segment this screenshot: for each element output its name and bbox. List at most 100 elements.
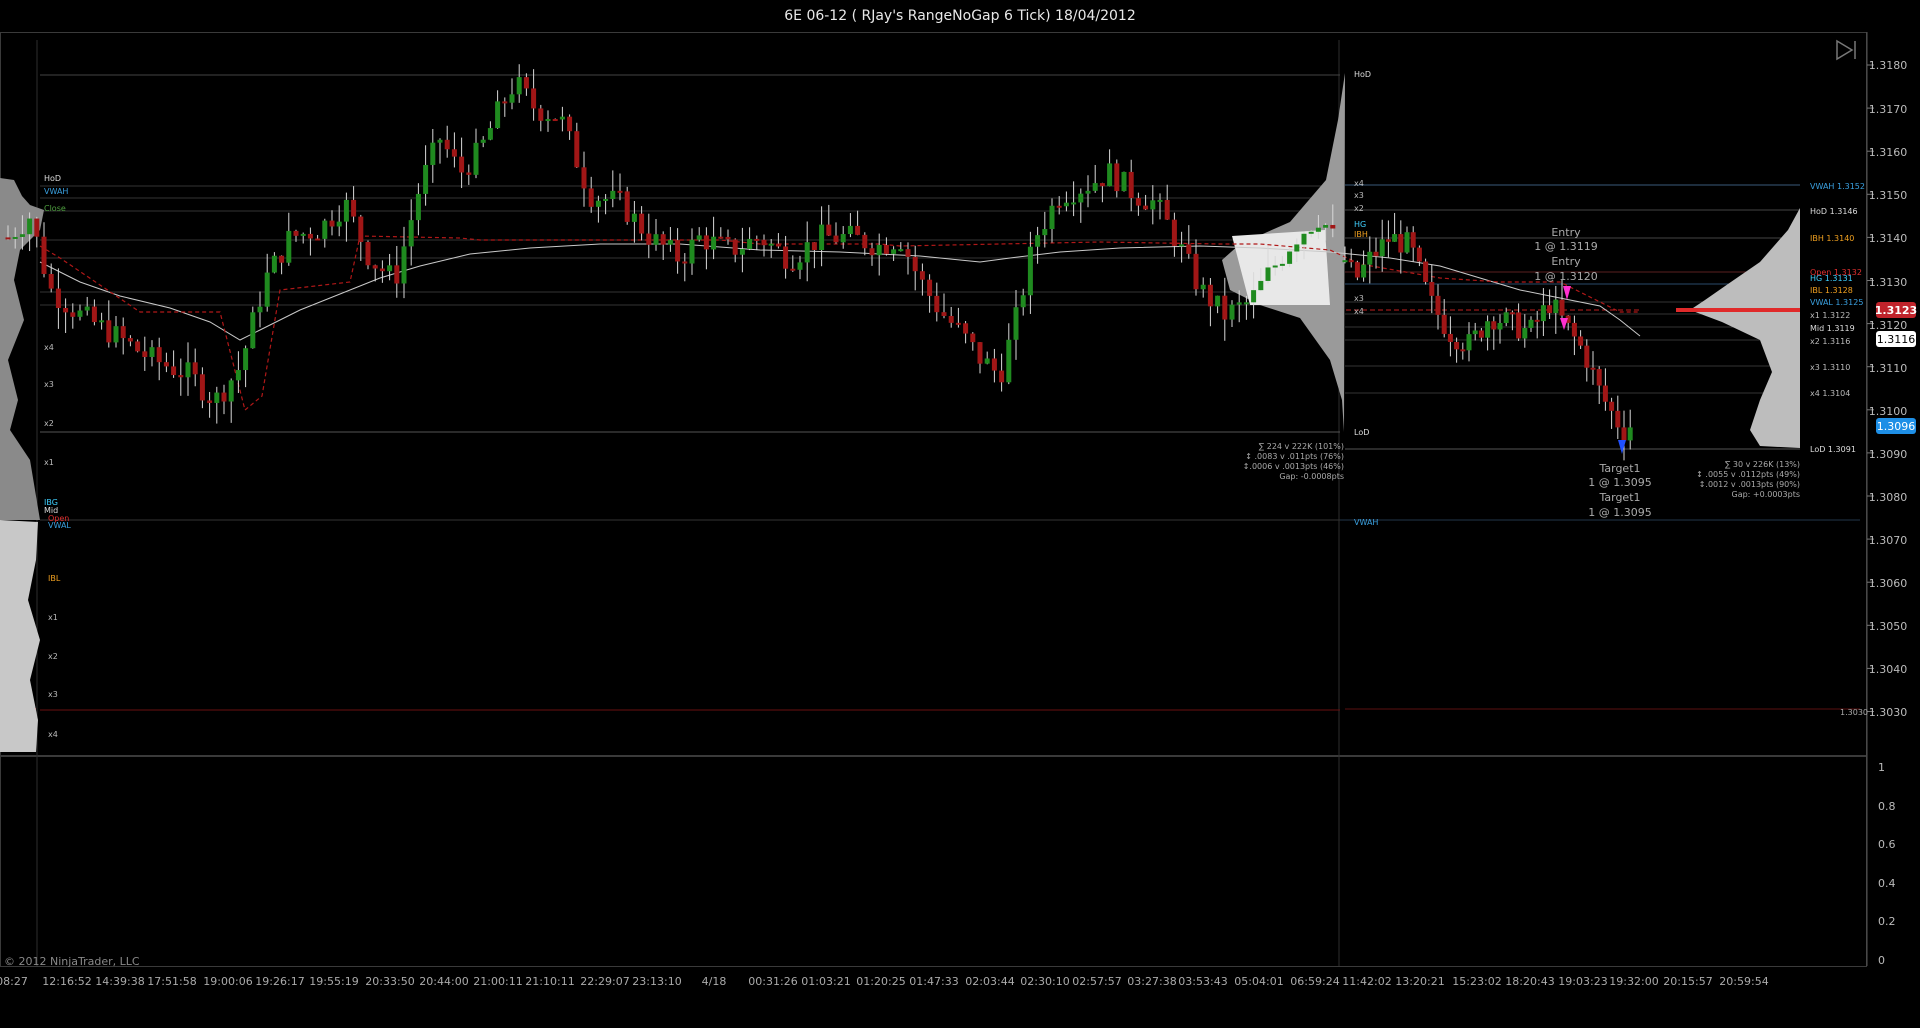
target-label: Target1: [1598, 491, 1640, 504]
up-candle: [1361, 264, 1367, 278]
level-ibh: IBH 1.3140: [1810, 234, 1854, 243]
up-candle: [840, 234, 846, 243]
price-tick: 1.3030: [1869, 706, 1908, 719]
down-candle: [372, 265, 378, 269]
down-candle: [790, 268, 796, 271]
down-candle: [1423, 261, 1429, 282]
indicator-axis-labels: 1 0.8 0.6 0.4 0.2 0: [1878, 761, 1896, 967]
up-candle: [768, 243, 774, 246]
up-candle: [408, 220, 414, 247]
session-volume-profile: [1222, 73, 1345, 432]
up-candle: [473, 142, 479, 175]
level-vwah: VWAH 1.3152: [1810, 182, 1865, 191]
down-candle: [91, 306, 97, 323]
level-x3: x3: [48, 690, 58, 699]
up-candle: [739, 248, 745, 255]
down-candle: [811, 242, 817, 251]
level-x2: x2: [44, 419, 54, 428]
level-x4: x4: [1354, 307, 1364, 316]
profile-stats-line: ↕.0006 v .0013pts (46%): [1243, 462, 1344, 471]
up-candle: [1085, 190, 1091, 194]
up-candle: [1315, 227, 1321, 232]
chart-panel[interactable]: 1.3180 1.3170 1.3160 1.3150 1.3140 1.313…: [0, 32, 1920, 1024]
up-candle: [12, 236, 18, 239]
profile-stats-line: ↕ .0055 v .0112pts (49%): [1696, 470, 1800, 479]
down-candle: [1578, 336, 1584, 346]
down-candle: [1534, 319, 1540, 322]
price-tick: 1.3150: [1869, 189, 1908, 202]
down-candle: [991, 358, 997, 371]
level-ibl: IBL 1.3128: [1810, 286, 1853, 295]
level-x2: x2: [1354, 204, 1364, 213]
down-candle: [1348, 260, 1354, 263]
down-candle: [682, 261, 688, 264]
bid-price-flag: 1.3096: [1876, 418, 1916, 434]
down-candle: [1373, 251, 1379, 257]
time-tick: 19:26:17: [255, 975, 304, 988]
up-candle: [1466, 334, 1472, 351]
down-candle: [617, 190, 623, 193]
down-candle: [1143, 205, 1149, 210]
up-candle: [387, 265, 393, 272]
down-candle: [1516, 312, 1522, 339]
price-tick: 1.3040: [1869, 663, 1908, 676]
up-candle: [480, 139, 486, 143]
up-candle: [1294, 244, 1300, 252]
up-candle: [1503, 312, 1509, 323]
down-candle: [5, 237, 11, 240]
up-candle: [1078, 193, 1084, 203]
up-candle: [243, 348, 249, 371]
time-tick: 02:03:44: [965, 975, 1014, 988]
level-ibh: IBH: [1354, 230, 1368, 239]
up-candle: [891, 249, 897, 254]
down-candle: [1460, 349, 1466, 352]
up-candle: [430, 142, 436, 165]
down-candle: [394, 265, 400, 284]
down-candle: [1509, 312, 1515, 315]
up-candle: [747, 238, 753, 249]
down-candle: [106, 320, 112, 343]
down-candle: [703, 235, 709, 250]
down-candle: [1385, 239, 1391, 242]
down-candle: [754, 238, 760, 241]
up-candle: [696, 235, 702, 240]
up-candle: [1279, 263, 1285, 266]
down-candle: [869, 248, 875, 256]
current-profile-shape: [1690, 208, 1800, 448]
down-candle: [912, 256, 918, 272]
down-candle: [1398, 234, 1404, 253]
down-candle: [1099, 183, 1105, 187]
up-candle: [336, 221, 342, 227]
down-candle: [1491, 321, 1497, 330]
down-candle: [1478, 330, 1484, 338]
time-tick: 20:33:50: [365, 975, 414, 988]
down-candle: [156, 347, 162, 363]
down-candle: [1354, 262, 1360, 278]
indicator-tick: 1: [1878, 761, 1885, 774]
price-tick: 1.3060: [1869, 577, 1908, 590]
down-candle: [1056, 205, 1062, 208]
up-candle: [898, 249, 904, 252]
up-candle: [1013, 307, 1019, 340]
level-hg: HG: [1354, 220, 1366, 229]
price-tick: 1.3110: [1869, 362, 1908, 375]
down-candle: [826, 224, 832, 236]
entry-arrow-icon: [1560, 318, 1568, 330]
up-candle: [1035, 235, 1041, 247]
candlesticks: [5, 64, 1633, 461]
down-candle: [120, 326, 126, 339]
target-label: Target1: [1598, 462, 1640, 475]
down-candle: [358, 216, 364, 242]
entry-arrow-icon: [1563, 286, 1571, 300]
skip-to-end-icon[interactable]: [1834, 38, 1860, 62]
last-price-flag: 1.3123: [1875, 302, 1917, 318]
time-tick: 01:47:33: [909, 975, 958, 988]
price-panel-border: [0, 32, 1867, 756]
level-hod: HoD 1.3146: [1810, 207, 1858, 216]
down-candle: [1164, 199, 1170, 220]
price-tick: 1.3080: [1869, 491, 1908, 504]
price-chart[interactable]: 1.3180 1.3170 1.3160 1.3150 1.3140 1.313…: [0, 32, 1920, 1024]
time-tick: 00:31:26: [748, 975, 797, 988]
up-candle: [401, 246, 407, 284]
up-candle: [1092, 183, 1098, 191]
